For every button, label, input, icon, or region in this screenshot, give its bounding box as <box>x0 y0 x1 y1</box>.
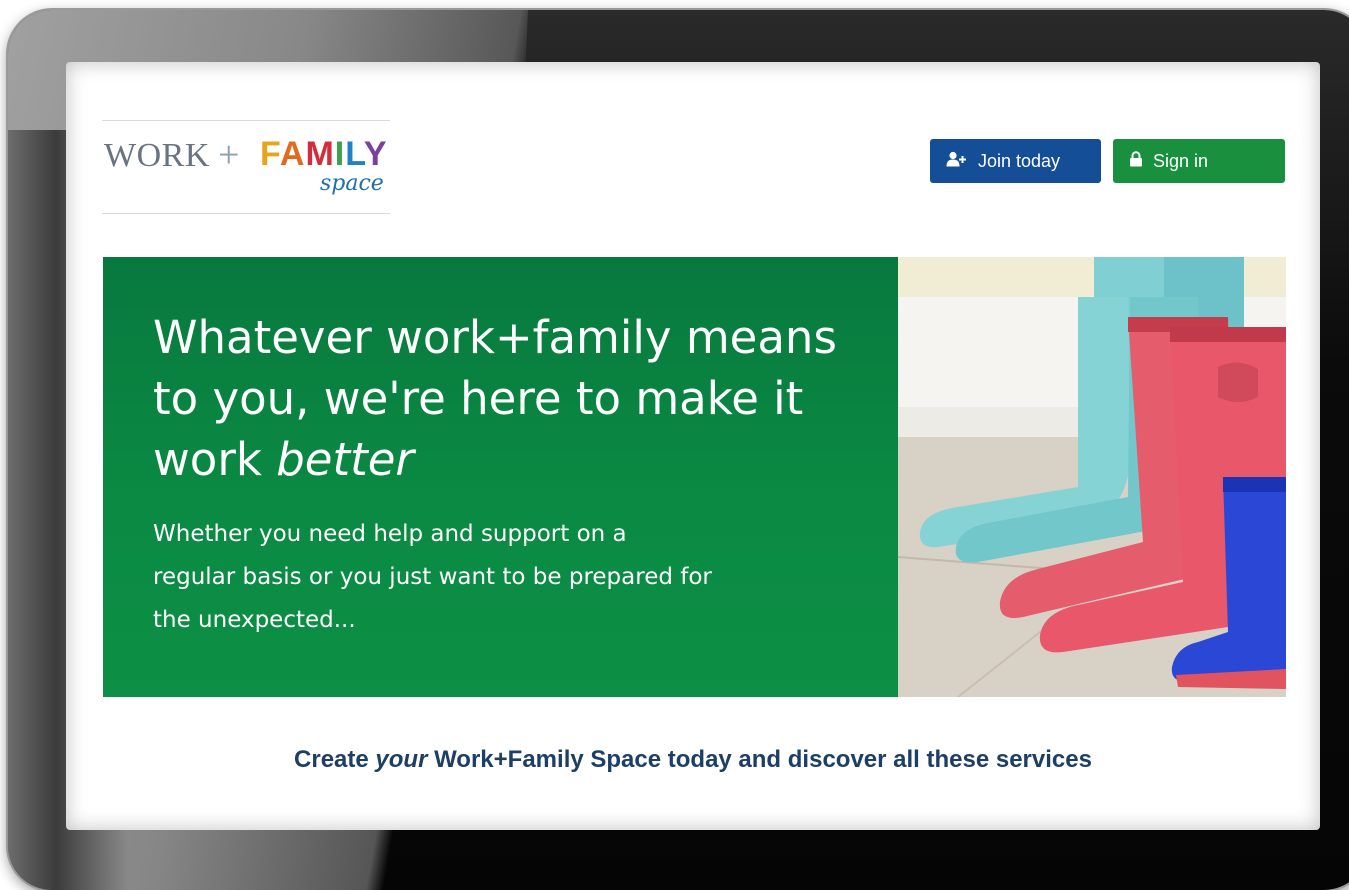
caption-emphasis: your <box>375 746 428 773</box>
hero-title: Whatever work+family means to you, we're… <box>153 307 853 490</box>
logo-letter: L <box>345 135 364 173</box>
add-user-icon <box>946 151 968 172</box>
sign-in-button[interactable]: Sign in <box>1113 139 1285 183</box>
hero-title-emphasis: better <box>276 433 414 486</box>
logo-plus-sign: + <box>218 134 240 176</box>
logo-family-text: FAMILY <box>260 135 388 174</box>
hero-subtitle: Whether you need help and support on a r… <box>153 521 712 633</box>
logo-space-text: space <box>320 171 384 196</box>
services-caption: Create your Work+Family Space today and … <box>66 746 1320 774</box>
logo-letter: Y <box>363 135 388 173</box>
logo-letter: F <box>260 135 280 173</box>
site-logo[interactable]: WORK + FAMILY space <box>102 120 390 214</box>
screen: WORK + FAMILY space Join today Sign in W… <box>66 62 1320 830</box>
hero-banner: Whatever work+family means to you, we're… <box>103 257 1286 697</box>
hero-text-panel: Whatever work+family means to you, we're… <box>103 257 898 697</box>
join-today-label: Join today <box>978 150 1061 171</box>
hero-image-boots <box>897 257 1286 697</box>
logo-letter: I <box>334 135 346 173</box>
lock-icon <box>1129 150 1143 172</box>
tablet-frame: WORK + FAMILY space Join today Sign in W… <box>8 10 1349 890</box>
caption-before: Create <box>294 746 376 773</box>
logo-work-text: WORK <box>104 137 210 174</box>
logo-letter: A <box>279 135 306 173</box>
caption-after: Work+Family Space today and discover all… <box>427 746 1092 773</box>
join-today-button[interactable]: Join today <box>930 139 1101 183</box>
hero-title-main: Whatever work+family means to you, we're… <box>153 311 837 486</box>
logo-letter: M <box>305 135 335 173</box>
sign-in-label: Sign in <box>1153 150 1209 171</box>
